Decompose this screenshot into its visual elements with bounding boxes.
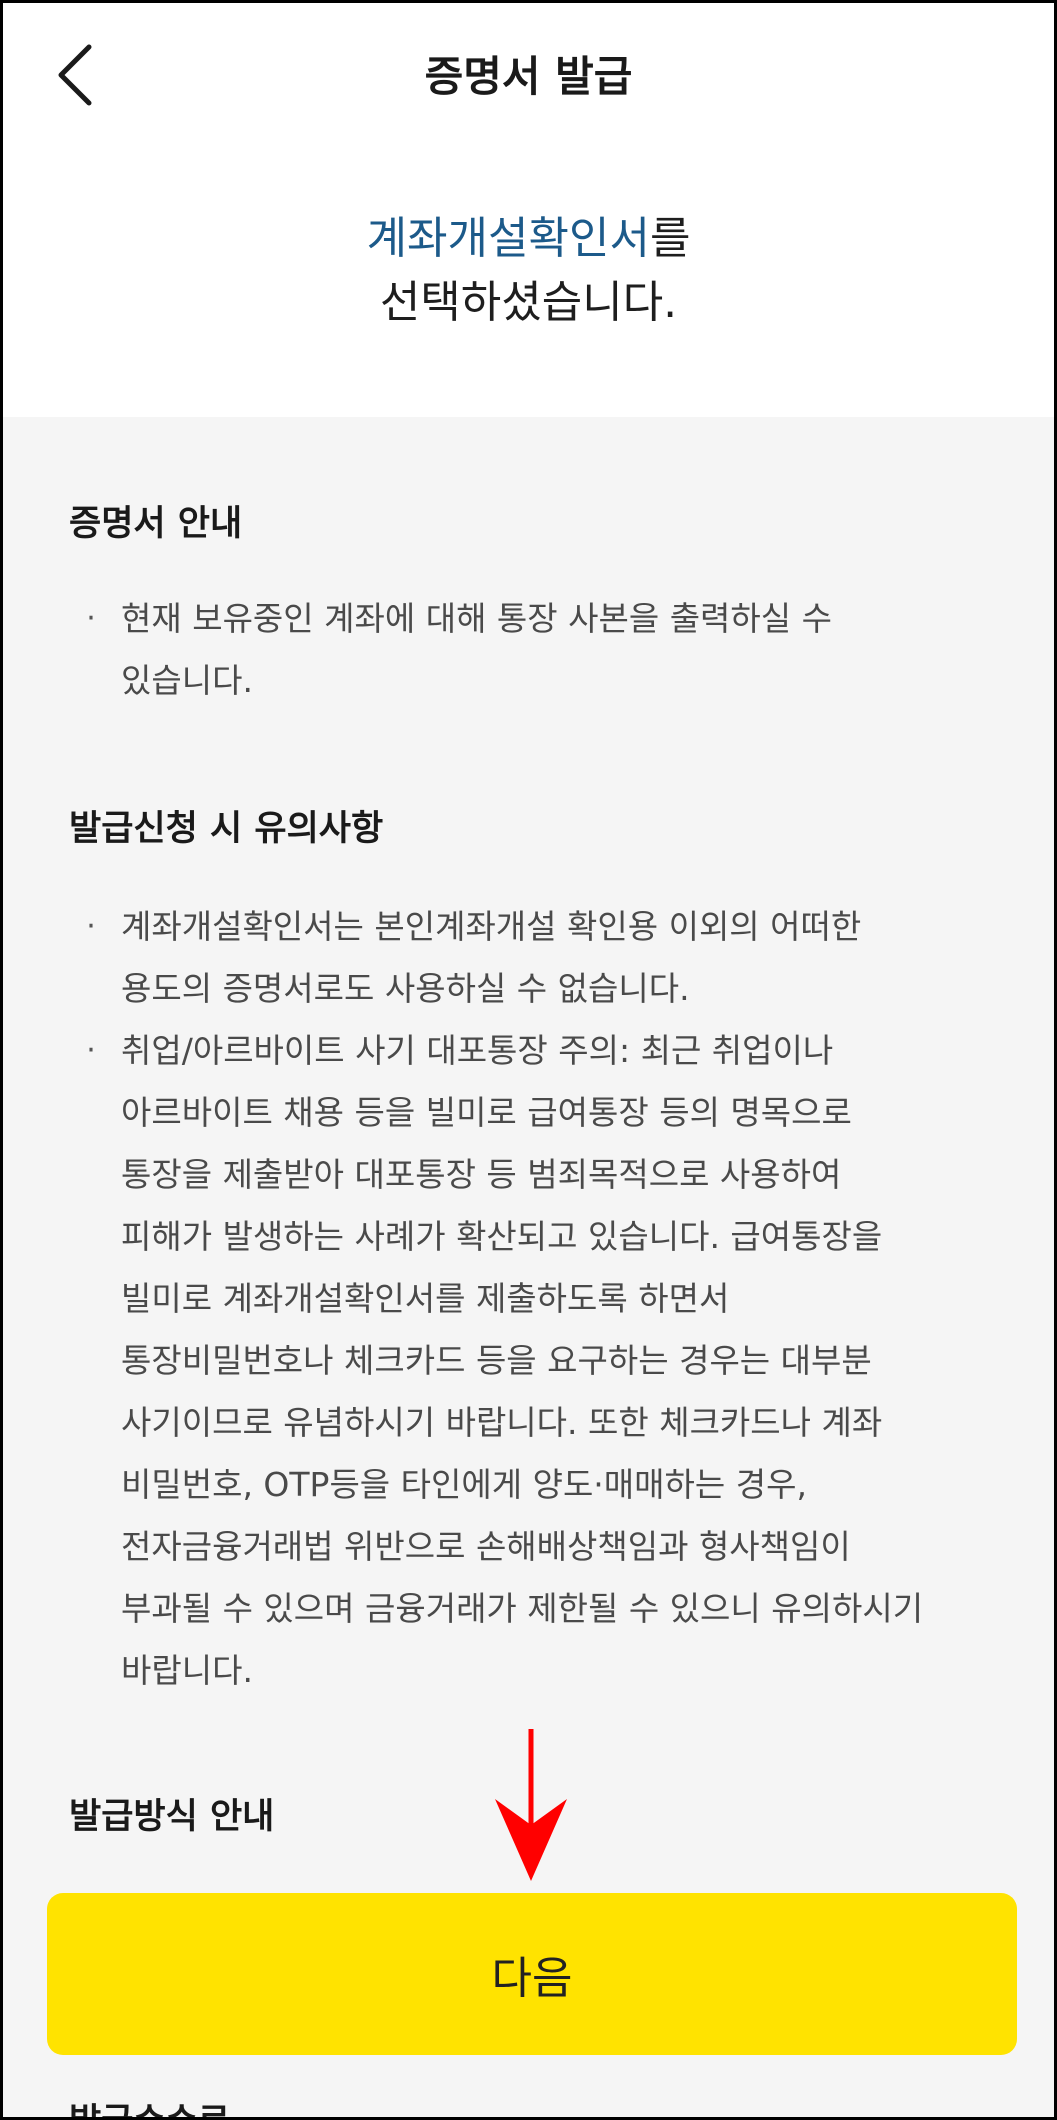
text-line: 있습니다. (121, 661, 253, 700)
text-line: 사기이므로 유념하시기 바랍니다. 또한 체크카드나 계좌 (121, 1403, 883, 1442)
text-line: 아르바이트 채용 등을 빌미로 급여통장 등의 명목으로 (121, 1093, 852, 1132)
info-bullet-1: 현재 보유중인 계좌에 대해 통장 사본을 출력하실 수 있습니다. (121, 588, 1001, 712)
bullet-marker: · (86, 601, 96, 636)
text-line: 바랍니다. (121, 1651, 253, 1690)
selection-particle: 를 (649, 213, 691, 264)
selection-summary: 계좌개설확인서를 선택하셨습니다. (3, 143, 1054, 417)
text-line: 전자금융거래법 위반으로 손해배상책임과 형사책임이 (121, 1527, 851, 1566)
page-title: 증명서 발급 (424, 52, 633, 101)
text-line: 통장비밀번호나 체크카드 등을 요구하는 경우는 대부분 (121, 1341, 872, 1380)
text-line: 계좌개설확인서는 본인계좌개설 확인용 이외의 어떠한 (121, 907, 862, 946)
section-title-method: 발급방식 안내 (69, 1797, 275, 1837)
app-header: 증명서 발급 (3, 3, 1054, 143)
arrow-down-icon (495, 1729, 567, 1881)
bullet-marker: · (86, 1033, 96, 1068)
section-title-caution: 발급신청 시 유의사항 (69, 809, 384, 849)
text-line: 취업/아르바이트 사기 대포통장 주의: 최근 취업이나 (121, 1031, 834, 1070)
selected-certificate-name: 계좌개설확인서 (366, 213, 650, 264)
bullet-marker: · (86, 909, 96, 944)
selection-confirmation: 선택하셨습니다. (379, 277, 678, 328)
next-button[interactable]: 다음 (47, 1893, 1017, 2055)
selection-line: 계좌개설확인서를 (3, 209, 1054, 269)
text-line: 용도의 증명서로도 사용하실 수 없습니다. (121, 969, 690, 1008)
caution-bullet-2: 취업/아르바이트 사기 대포통장 주의: 최근 취업이나 아르바이트 채용 등을… (121, 1020, 1001, 1702)
text-line: 현재 보유중인 계좌에 대해 통장 사본을 출력하실 수 (121, 599, 832, 638)
text-line: 빌미로 계좌개설확인서를 제출하도록 하면서 (121, 1279, 730, 1318)
text-line: 비밀번호, OTP등을 타인에게 양도·매매하는 경우, (121, 1465, 807, 1504)
section-title-info: 증명서 안내 (69, 504, 243, 544)
text-line: 피해가 발생하는 사례가 확산되고 있습니다. 급여통장을 (121, 1217, 883, 1256)
caution-bullet-1: 계좌개설확인서는 본인계좌개설 확인용 이외의 어떠한 용도의 증명서로도 사용… (121, 896, 1001, 1020)
text-line: 통장을 제출받아 대포통장 등 범죄목적으로 사용하여 (121, 1155, 842, 1194)
screen: 증명서 발급 계좌개설확인서를 선택하셨습니다. 증명서 안내 · 현재 보유중… (0, 0, 1057, 2120)
section-title-fee: 발급수수료 (69, 2093, 230, 2117)
text-line: 부과될 수 있으며 금융거래가 제한될 수 있으니 유의하시기 (121, 1589, 924, 1628)
